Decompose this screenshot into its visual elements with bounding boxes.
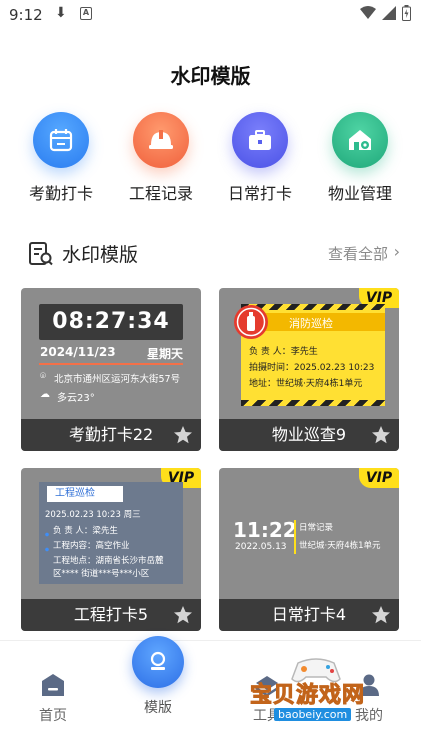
patrol-line-1: 负 责 人：李先生 [249, 347, 318, 357]
status-icons [360, 5, 411, 21]
hardhat-icon [133, 112, 189, 168]
patrol-title: 消防巡检 [289, 317, 333, 330]
eng-line-5: 区**** 街道***号***小区 [53, 569, 150, 579]
patrol-line-2: 拍摄时间：2025.02.23 10:23 [249, 363, 375, 373]
card-weekday: 星期天 [146, 347, 183, 361]
a-notification-icon: A [80, 7, 92, 20]
cell-signal-icon [382, 6, 396, 20]
category-daily[interactable]: 日常打卡 [215, 112, 305, 204]
nav-template-label: 模版 [144, 700, 172, 716]
section-title: 水印模版 [62, 244, 139, 266]
engineering-title: 工程巡检 [47, 486, 123, 502]
battery-icon [402, 5, 411, 21]
eng-line-4: 工程地点：湖南省长沙市岳麓 [53, 556, 164, 566]
briefcase-icon [232, 112, 288, 168]
daily-date: 2022.05.13 [235, 542, 287, 552]
hazard-stripe [241, 400, 385, 406]
favorite-star-icon[interactable] [173, 425, 193, 445]
home-icon [42, 674, 64, 696]
category-property[interactable]: 物业管理 [315, 112, 405, 204]
calendar-icon [33, 112, 89, 168]
view-all-link[interactable]: 查看全部 [328, 243, 388, 264]
template-tab-icon [132, 636, 184, 688]
nav-template[interactable]: 模版 [130, 636, 186, 717]
category-attendance[interactable]: 考勤打卡 [16, 112, 106, 204]
site-watermark: 宝贝游戏网 baobeiy.com [244, 655, 394, 727]
category-engineering[interactable]: 工程记录 [116, 112, 206, 204]
chevron-right-icon[interactable]: › [394, 242, 400, 261]
favorite-star-icon[interactable] [173, 605, 193, 625]
daily-divider [294, 520, 296, 554]
house-gear-icon [332, 112, 388, 168]
daily-time: 11:22 [233, 518, 297, 542]
eng-line-3: 工程内容：高空作业 [53, 541, 130, 551]
bullet-dots [45, 527, 49, 561]
daily-line-2: 世纪城·天府4栋1单元 [299, 541, 381, 551]
template-card-engineering[interactable]: VIP 工程巡检 2025.02.23 10:23 周三 负 责 人：梁先生 工… [21, 468, 201, 631]
time-box: 08:27:34 [39, 304, 183, 340]
vip-badge: VIP [359, 468, 399, 488]
status-time: 9:12 [9, 6, 43, 24]
category-label: 考勤打卡 [28, 184, 93, 203]
template-card-daily[interactable]: VIP 11:22 2022.05.13 日常记录 世纪城·天府4栋1单元 日常… [219, 468, 399, 631]
card-date: 2024/11/23 [40, 345, 116, 359]
card-weather: 多云23° [57, 393, 95, 404]
eng-line-1: 2025.02.23 10:23 周三 [45, 510, 141, 520]
favorite-star-icon[interactable] [371, 425, 391, 445]
wifi-icon [360, 6, 376, 19]
cloud-icon: ☁ [40, 389, 50, 400]
page-title: 水印模版 [170, 64, 251, 88]
category-label: 日常打卡 [227, 184, 292, 203]
status-bar: 9:12 ⬇ A [0, 0, 421, 30]
template-list-icon [29, 242, 53, 266]
category-label: 工程记录 [128, 184, 193, 203]
date-underline [39, 363, 183, 365]
favorite-star-icon[interactable] [371, 605, 391, 625]
watermark-text: 宝贝游戏网 [249, 683, 366, 709]
template-card-property-patrol[interactable]: VIP 消防巡检 负 责 人：李先生 拍摄时间：2025.02.23 10:23… [219, 288, 399, 451]
patrol-line-3: 地址：世纪城·天府4栋1单元 [249, 379, 363, 389]
watermark-url: baobeiy.com [274, 708, 352, 721]
location-pin-icon: ⌾ [40, 371, 46, 382]
nav-home-label: 首页 [39, 708, 67, 724]
card-address: 北京市通州区运河东大街57号 [54, 374, 181, 385]
template-section-header: 水印模版 查看全部 › [28, 240, 400, 268]
template-card-attendance[interactable]: 08:27:34 2024/11/23 星期天 ⌾ 北京市通州区运河东大街57号… [21, 288, 201, 451]
category-label: 物业管理 [327, 184, 392, 203]
engineering-panel: 工程巡检 2025.02.23 10:23 周三 负 责 人：梁先生 工程内容：… [39, 482, 183, 584]
category-row: 考勤打卡 工程记录 日常打卡 物业管理 [0, 112, 421, 204]
fire-extinguisher-icon [234, 305, 268, 339]
daily-line-1: 日常记录 [299, 523, 334, 533]
nav-home[interactable]: 首页 [33, 671, 73, 725]
download-icon: ⬇ [55, 5, 67, 21]
eng-line-2: 负 责 人：梁先生 [53, 526, 118, 536]
